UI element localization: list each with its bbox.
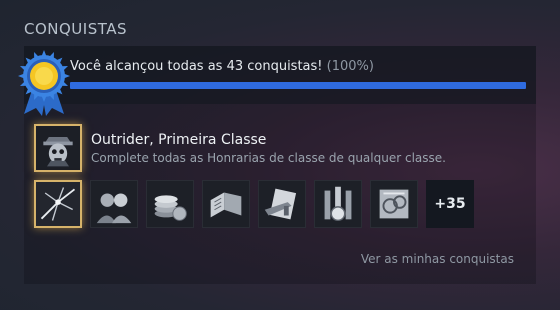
canister-cell-icon[interactable]	[314, 180, 362, 228]
sun-medal-icon	[18, 50, 70, 116]
progress-box: Você alcançou todas as 43 conquistas! (1…	[24, 46, 536, 104]
book-pages-icon[interactable]	[202, 180, 250, 228]
weapon-card-icon[interactable]	[258, 180, 306, 228]
progress-bar-fill	[70, 82, 526, 89]
outrider-skull-hat-icon[interactable]	[34, 124, 82, 172]
view-my-achievements-link[interactable]: Ver as minhas conquistas	[361, 252, 514, 266]
stacked-coins-icon[interactable]	[146, 180, 194, 228]
progress-percent: (100%)	[326, 59, 374, 74]
achievements-panel: Você alcançou todas as 43 conquistas! (1…	[24, 46, 536, 284]
featured-achievement-description: Complete todas as Honrarias de classe de…	[91, 151, 446, 165]
section-title: CONQUISTAS	[24, 20, 128, 38]
progress-text: Você alcançou todas as 43 conquistas! (1…	[70, 59, 374, 74]
featured-achievement-name: Outrider, Primeira Classe	[91, 132, 267, 148]
sealed-token-icon[interactable]	[370, 180, 418, 228]
progress-bar	[70, 82, 526, 89]
achievement-icon-row: +35	[34, 180, 474, 228]
shattered-glass-icon[interactable]	[34, 180, 82, 228]
progress-label: Você alcançou todas as 43 conquistas!	[70, 59, 323, 74]
more-achievements-button[interactable]: +35	[426, 180, 474, 228]
twin-portraits-icon[interactable]	[90, 180, 138, 228]
